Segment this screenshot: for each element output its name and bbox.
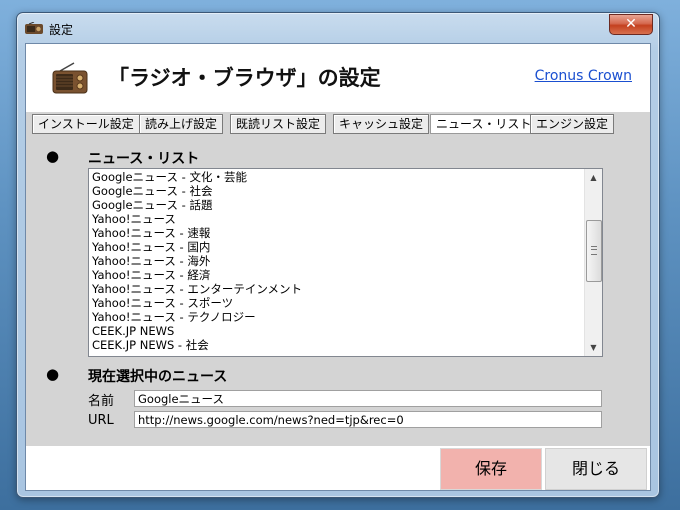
list-item[interactable]: Googleニュース - 社会 (92, 184, 582, 198)
tab-install[interactable]: インストール設定 (32, 114, 140, 134)
header: 「ラジオ・ブラウザ」の設定 Cronus Crown (26, 44, 650, 112)
list-item[interactable]: Yahoo!ニュース - スポーツ (92, 296, 582, 310)
list-item[interactable]: Yahoo!ニュース - 国内 (92, 240, 582, 254)
list-item[interactable]: Yahoo!ニュース - 海外 (92, 254, 582, 268)
scroll-down-arrow-icon[interactable]: ▼ (585, 339, 602, 356)
settings-window: 設定 ✕ 「ラジオ・ブラウザ」の設定 Cronus Crown インストール設定… (16, 12, 660, 498)
save-button[interactable]: 保存 (440, 448, 542, 490)
footer: 保存 閉じる (26, 446, 650, 490)
tab-read-list[interactable]: 既読リスト設定 (230, 114, 327, 134)
list-scrollbar[interactable]: ▲ ▼ (584, 169, 602, 356)
list-item[interactable]: Googleニュース - 話題 (92, 198, 582, 212)
scroll-up-arrow-icon[interactable]: ▲ (585, 169, 602, 186)
list-item[interactable]: Yahoo!ニュース - 経済 (92, 268, 582, 282)
window-client-area: 「ラジオ・ブラウザ」の設定 Cronus Crown インストール設定 読み上げ… (25, 43, 651, 491)
bullet-icon: ● (46, 365, 60, 383)
tab-news-list[interactable]: ニュース・リスト (430, 114, 538, 134)
list-item[interactable]: Yahoo!ニュース - テクノロジー (92, 310, 582, 324)
page-title: 「ラジオ・ブラウザ」の設定 (108, 66, 381, 90)
bullet-icon: ● (46, 147, 60, 165)
list-item[interactable]: Yahoo!ニュース - エンターテインメント (92, 282, 582, 296)
list-item[interactable]: CEEK.JP NEWS - 社会 (92, 338, 582, 352)
list-item[interactable]: Yahoo!ニュース - 速報 (92, 226, 582, 240)
current-news-heading: 現在選択中のニュース (88, 369, 228, 385)
news-list-heading: ニュース・リスト (88, 151, 200, 167)
news-list-items: Googleニュース - 文化・芸能 Googleニュース - 社会 Googleニ… (92, 170, 582, 352)
list-item[interactable]: Yahoo!ニュース (92, 212, 582, 226)
scroll-thumb[interactable] (586, 220, 602, 282)
list-item[interactable]: CEEK.JP NEWS (92, 324, 582, 338)
window-close-button[interactable]: ✕ (609, 14, 653, 35)
name-label: 名前 (88, 394, 115, 409)
tab-engine[interactable]: エンジン設定 (530, 114, 615, 134)
url-input[interactable] (134, 411, 602, 428)
radio-icon (25, 22, 43, 34)
name-input[interactable] (134, 390, 602, 407)
list-item[interactable]: Googleニュース - 文化・芸能 (92, 170, 582, 184)
close-button[interactable]: 閉じる (545, 448, 647, 490)
radio-logo-icon (52, 62, 88, 94)
news-listbox[interactable]: Googleニュース - 文化・芸能 Googleニュース - 社会 Googleニ… (88, 168, 603, 357)
title-bar[interactable]: 設定 ✕ (17, 13, 659, 43)
tab-cache[interactable]: キャッシュ設定 (333, 114, 430, 134)
cronus-crown-link[interactable]: Cronus Crown (535, 68, 632, 84)
url-label: URL (88, 413, 114, 428)
window-title: 設定 (49, 23, 74, 37)
tab-reading[interactable]: 読み上げ設定 (139, 114, 224, 134)
